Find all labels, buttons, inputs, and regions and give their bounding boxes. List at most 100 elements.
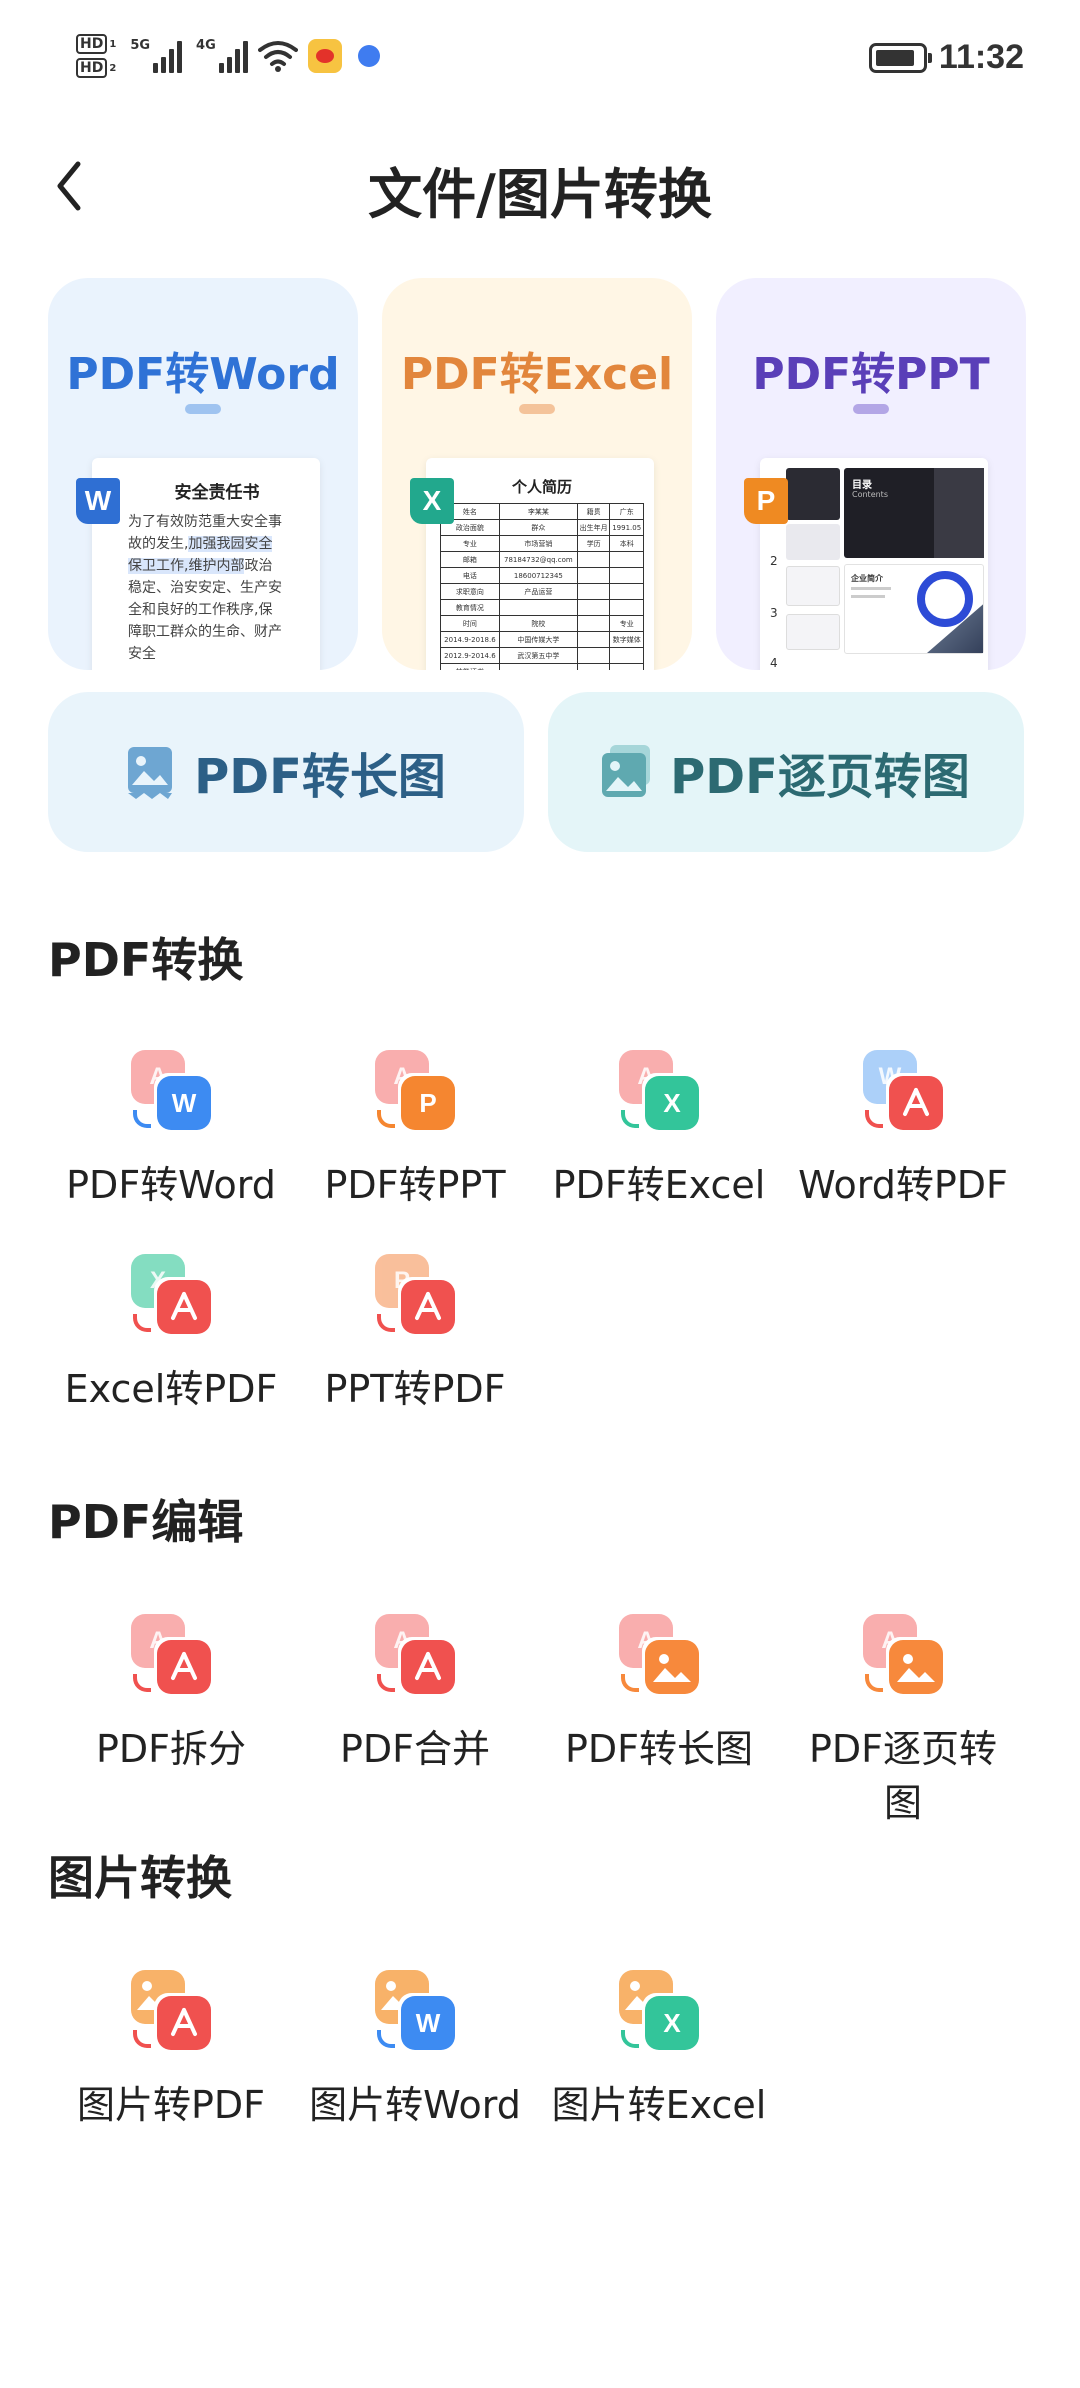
slide-thumb: [786, 566, 840, 606]
resume-row: 姓名 李某某 籍贯 广东: [440, 503, 644, 520]
tool-ppt-to-pdf[interactable]: P PPT转PDF: [292, 1254, 538, 1416]
clock: 11:32: [938, 38, 1024, 76]
resume-cell: [576, 583, 611, 600]
resume-row: 专业 市场营销 学历 本科: [440, 535, 644, 552]
card-title: PDF转Word: [66, 349, 340, 400]
section-title-pdf-convert: PDF转换: [48, 933, 244, 987]
pdf-to-word-icon: A W: [131, 1050, 211, 1130]
tool-label: 图片转Excel: [551, 2083, 767, 2127]
page-title: 文件/图片转换: [368, 163, 712, 226]
network-5g-label: 5G: [130, 38, 151, 53]
resume-row: 邮箱 78184732@qq.com: [440, 551, 644, 568]
tool-label: PPT转PDF: [324, 1367, 506, 1411]
word-document-preview: 安全责任书 为了有效防范重大安全事 故的发生,加强我园安全 保卫工作,维护内部政…: [92, 458, 320, 670]
slide-thumb: [786, 524, 840, 560]
resume-cell: 求职意向: [440, 583, 500, 600]
tool-pdf-to-long-image[interactable]: A PDF转长图: [536, 1614, 782, 1776]
tool-label: PDF合并: [339, 1727, 491, 1771]
button-label: PDF逐页转图: [670, 749, 970, 805]
tool-label: Excel转PDF: [64, 1367, 278, 1411]
ppt-slides-preview: 1 2 3 4 目录 Contents 企业简介: [760, 458, 988, 670]
status-left: HD 1 HD 2 5G 4G: [76, 34, 380, 78]
signal-4g: 4G: [196, 39, 248, 73]
resume-cell: 时间: [440, 615, 500, 632]
ppt-badge-icon: P: [744, 478, 788, 524]
resume-cell: 武汉第五中学: [498, 647, 578, 664]
tool-image-to-pdf[interactable]: 图片转PDF: [48, 1970, 294, 2132]
slide-thumb: [786, 614, 840, 650]
resume-cell: [609, 647, 644, 664]
resume-cell: 籍贯: [576, 503, 611, 520]
pdf-to-long-image-button[interactable]: PDF转长图: [48, 692, 524, 852]
notification-app-icon: [357, 45, 380, 67]
resume-cell: 本科: [609, 535, 644, 552]
resume-cell: [609, 551, 644, 568]
resume-row: 教育情况: [440, 599, 644, 616]
resume-cell: 邮箱: [440, 551, 500, 568]
tool-pdf-merge[interactable]: A PDF合并: [292, 1614, 538, 1776]
resume-cell: [576, 647, 611, 664]
resume-cell: 李某某: [498, 503, 578, 520]
weibo-app-icon: [307, 39, 342, 73]
resume-cell: [498, 663, 578, 670]
doc-text: 为了有效防范重大安全事 故的发生,加强我园安全 保卫工作,维护内部政治 稳定、治…: [128, 514, 282, 662]
resume-cell: 数字媒体: [609, 631, 644, 648]
button-label: PDF转长图: [194, 749, 446, 805]
pdf-to-page-images-button[interactable]: PDF逐页转图: [548, 692, 1024, 852]
resume-cell: 学历: [576, 535, 611, 552]
resume-cell: [609, 567, 644, 584]
tool-label: PDF转Excel: [552, 1163, 766, 1207]
signal-bars-icon: [153, 39, 183, 73]
signal-bars-icon: [218, 39, 248, 73]
conversion-page: HD 1 HD 2 5G 4G 11:32 文件/图片转换 PDF转Word 安…: [0, 0, 1080, 2388]
tool-pdf-to-word[interactable]: A W PDF转Word: [48, 1050, 294, 1212]
resume-cell: 群众: [498, 519, 578, 536]
resume-cell: 2014.9-2018.6: [440, 631, 500, 648]
hd-indicators: HD 1 HD 2: [76, 34, 116, 78]
resume-row: 2014.9-2018.6 中国传媒大学 数字媒体: [440, 631, 644, 648]
tool-image-to-excel[interactable]: X 图片转Excel: [536, 1970, 782, 2132]
resume-row: 2012.9-2014.6 武汉第五中学: [440, 647, 644, 664]
resume-cell: 出生年月: [576, 519, 611, 536]
tool-pdf-split[interactable]: A PDF拆分: [48, 1614, 294, 1776]
tool-excel-to-pdf[interactable]: X Excel转PDF: [48, 1254, 294, 1416]
resume-cell: [576, 599, 611, 616]
tool-pdf-to-page-images[interactable]: A PDF逐页转图: [780, 1614, 1026, 1830]
pdf-to-excel-card[interactable]: PDF转Excel 个人简历 姓名 李某某 籍贯 广东 政治面貌 群众 出生年月 1991.0…: [382, 278, 692, 670]
pdf-to-ppt-card[interactable]: PDF转PPT 1 2 3 4 目录 Contents 企业简介: [716, 278, 1026, 670]
resume-row: 求职意向 产品运营: [440, 583, 644, 600]
resume-cell: [498, 599, 578, 616]
tool-image-to-word[interactable]: W 图片转Word: [292, 1970, 538, 2132]
hd2-indicator: HD 2: [76, 58, 116, 78]
tool-pdf-to-ppt[interactable]: A P PDF转PPT: [292, 1050, 538, 1212]
doc-heading: 个人简历: [511, 478, 572, 496]
card-title: PDF转PPT: [752, 349, 990, 400]
resume-cell: 中国传媒大学: [498, 631, 578, 648]
section-title-image-convert: 图片转换: [48, 1851, 232, 1905]
pdf-to-word-card[interactable]: PDF转Word 安全责任书 为了有效防范重大安全事 故的发生,加强我园安全 保…: [48, 278, 358, 670]
resume-row: 技能证书: [440, 663, 644, 670]
resume-row: 时间 院校 专业: [440, 615, 644, 632]
resume-cell: [576, 567, 611, 584]
excel-resume-preview: 个人简历 姓名 李某某 籍贯 广东 政治面貌 群众 出生年月 1991.05 专业 市场营销 学历本…: [426, 458, 654, 670]
resume-cell: [609, 663, 644, 670]
network-4g-label: 4G: [196, 38, 216, 53]
status-right: 11:32: [868, 38, 1024, 77]
tool-label: Word转PDF: [798, 1163, 1008, 1207]
tool-label: PDF逐页转图: [808, 1727, 998, 1825]
resume-cell: 1991.05: [609, 519, 644, 536]
tool-pdf-to-excel[interactable]: A X PDF转Excel: [536, 1050, 782, 1212]
pdf-merge-icon: A: [375, 1614, 455, 1694]
image-to-word-icon: W: [375, 1970, 455, 2050]
card-underline: [185, 404, 221, 414]
ppt-to-pdf-icon: P: [375, 1254, 455, 1334]
image-icon: [128, 747, 173, 799]
image-to-pdf-icon: [131, 1970, 211, 2050]
pdf-to-long-image-icon: A: [619, 1614, 699, 1694]
tool-label: PDF转Word: [66, 1163, 276, 1207]
slide-company: 企业简介: [844, 564, 984, 654]
resume-cell: 技能证书: [440, 663, 500, 670]
tool-word-to-pdf[interactable]: W Word转PDF: [780, 1050, 1026, 1212]
resume-cell: 教育情况: [440, 599, 500, 616]
resume-table: 姓名 李某某 籍贯 广东 政治面貌 群众 出生年月 1991.05 专业 市场营销 学历 本科 邮箱 78…: [440, 503, 644, 670]
